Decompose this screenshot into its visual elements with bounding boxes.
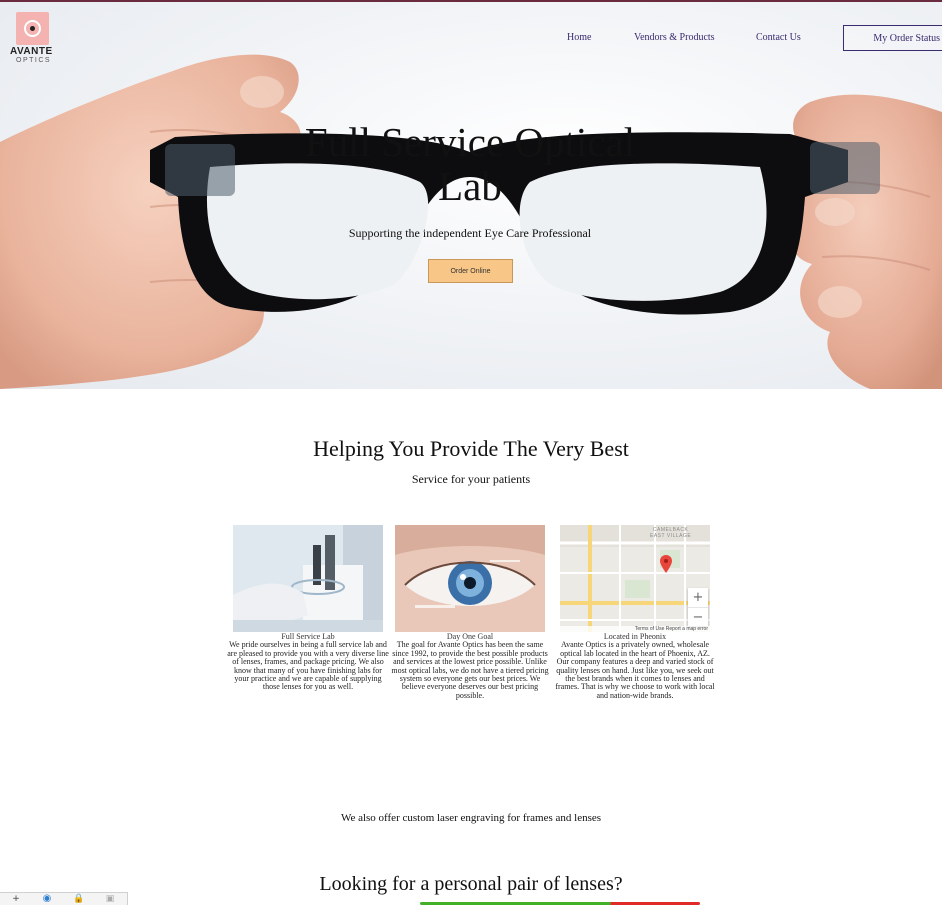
lab-machine-image [233, 525, 383, 632]
map-terms-link[interactable]: Terms of Use [635, 626, 664, 632]
logo-wordmark: AVANTE [10, 46, 53, 57]
map-footer: Terms of Use Report a map error [560, 626, 710, 632]
add-icon[interactable]: + [10, 893, 22, 905]
logo-subtitle: OPTICS [16, 57, 52, 64]
card-text: Avante Optics is a privately owned, whol… [555, 640, 715, 700]
browser-toolbar: + ◉ 🔒 ▣ [0, 892, 128, 905]
nav-contact-us[interactable]: Contact Us [756, 32, 801, 43]
card-text: We pride ourselves in being a full servi… [227, 640, 389, 692]
location-map[interactable]: CAMELBACK EAST VILLAGE + − Terms of Use R… [560, 525, 710, 632]
section-subheading: Service for your patients [411, 472, 531, 486]
map-area-label: CAMELBACK EAST VILLAGE [650, 527, 692, 539]
card-full-service-lab: Full Service Lab We pride ourselves in b… [227, 525, 389, 692]
hero-banner: AVANTE OPTICS Home Vendors & Products Co… [0, 2, 942, 389]
lock-icon[interactable]: 🔒 [73, 893, 85, 905]
card-location: CAMELBACK EAST VILLAGE + − Terms of Use R… [554, 525, 716, 700]
panel-icon[interactable]: ▣ [104, 893, 116, 905]
card-day-one-goal: Day One Goal The goal for Avante Optics … [389, 525, 551, 700]
map-zoom-controls: + − [688, 588, 708, 626]
card-text: The goal for Avante Optics has been the … [391, 640, 549, 700]
nav-vendors-products[interactable]: Vendors & Products [634, 32, 715, 43]
eye-icon[interactable]: ◉ [40, 893, 54, 905]
avante-logo[interactable]: AVANTE OPTICS [10, 12, 58, 64]
logo-mark-icon [16, 12, 49, 45]
nav-home[interactable]: Home [567, 32, 591, 43]
hero-title: Full Service Optical Lab [304, 119, 636, 209]
nav-order-status-button[interactable]: My Order Status [843, 25, 942, 51]
eye-image [395, 525, 545, 632]
map-pin-icon [660, 555, 672, 573]
order-online-button[interactable]: Order Online [428, 259, 513, 283]
map-report-link[interactable]: Report a map error [666, 626, 708, 632]
zoom-in-button[interactable]: + [688, 588, 708, 607]
zoom-out-button[interactable]: − [688, 607, 708, 627]
hero-subtitle: Supporting the independent Eye Care Prof… [348, 226, 592, 240]
personal-lenses-heading: Looking for a personal pair of lenses? [319, 873, 623, 895]
engraving-note: We also offer custom laser engraving for… [340, 812, 602, 824]
section-heading: Helping You Provide The Very Best [313, 436, 629, 461]
